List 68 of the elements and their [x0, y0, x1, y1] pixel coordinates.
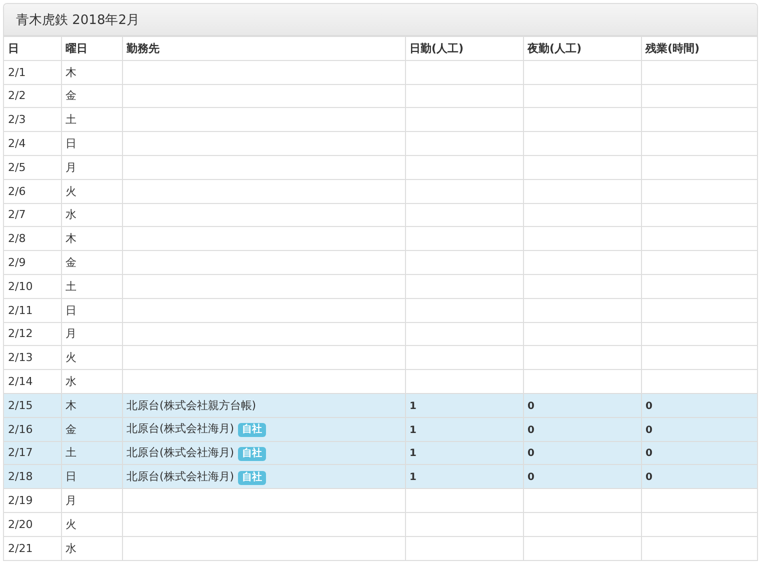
- date-text: 2/9: [8, 256, 26, 270]
- site-text: 北原台(株式会社海月): [126, 446, 234, 459]
- company-badge: 自社: [238, 470, 266, 485]
- night-shift-value: 0: [528, 472, 534, 484]
- site-text: 北原台(株式会社親方台帳): [126, 398, 256, 412]
- column-header: 勤務先: [122, 36, 405, 60]
- weekday-text: 金: [66, 89, 76, 102]
- night-shift-value: 0: [528, 400, 534, 412]
- date-text: 2/7: [8, 208, 26, 222]
- date-text: 2/4: [8, 137, 26, 150]
- weekday-text: 水: [66, 375, 76, 388]
- date-text: 2/21: [8, 542, 33, 555]
- weekday-text: 日: [66, 304, 76, 317]
- weekday-text: 月: [66, 160, 76, 174]
- panel-title: 青木虎鉄 2018年2月: [16, 12, 140, 28]
- weekday-text: 月: [66, 494, 76, 508]
- weekday-text: 火: [66, 518, 76, 531]
- overtime-value: 0: [646, 472, 652, 484]
- weekday-text: 日: [66, 137, 76, 150]
- weekday-text: 土: [66, 113, 76, 126]
- overtime-value: 0: [646, 448, 652, 460]
- date-text: 2/14: [8, 375, 33, 388]
- company-badge: 自社: [238, 423, 266, 438]
- day-shift-value: 1: [410, 472, 416, 484]
- column-header: 残業(時間): [641, 36, 757, 60]
- night-shift-value: 0: [528, 424, 534, 436]
- date-text: 2/5: [8, 160, 26, 174]
- date-text: 2/15: [8, 398, 33, 412]
- date-text: 2/2: [8, 89, 26, 102]
- site-text: 北原台(株式会社海月): [126, 422, 234, 436]
- weekday-text: 日: [66, 470, 76, 484]
- date-text: 2/13: [8, 351, 33, 364]
- date-text: 2/17: [8, 446, 33, 460]
- weekday-text: 木: [66, 398, 76, 412]
- date-text: 2/3: [8, 113, 26, 126]
- date-text: 2/16: [8, 422, 33, 436]
- weekday-text: 水: [66, 208, 76, 222]
- weekday-text: 月: [66, 327, 76, 340]
- weekday-text: 木: [66, 232, 76, 246]
- weekday-text: 土: [66, 446, 76, 460]
- date-text: 2/20: [8, 518, 33, 531]
- overtime-value: 0: [646, 400, 652, 412]
- date-text: 2/8: [8, 232, 26, 246]
- weekday-text: 火: [66, 351, 76, 364]
- site-text: 北原台(株式会社海月): [126, 470, 234, 483]
- company-badge: 自社: [238, 446, 266, 461]
- date-text: 2/18: [8, 470, 33, 484]
- column-header: 曜日: [61, 36, 122, 60]
- date-text: 2/19: [8, 494, 33, 508]
- date-text: 2/11: [8, 304, 33, 317]
- weekday-text: 水: [66, 542, 76, 555]
- night-shift-value: 0: [528, 448, 534, 460]
- column-header: 夜勤(人工): [523, 36, 641, 60]
- overtime-value: 0: [646, 424, 652, 436]
- day-shift-value: 1: [410, 424, 416, 436]
- date-text: 2/6: [8, 184, 26, 198]
- weekday-text: 金: [66, 422, 76, 436]
- weekday-text: 金: [66, 256, 76, 270]
- weekday-text: 木: [66, 66, 76, 79]
- date-text: 2/12: [8, 327, 33, 340]
- column-header: 日勤(人工): [405, 36, 523, 60]
- day-shift-value: 1: [410, 448, 416, 460]
- weekday-text: 土: [66, 280, 76, 293]
- date-text: 2/10: [8, 280, 33, 293]
- date-text: 2/1: [8, 66, 26, 79]
- column-header: 日: [4, 36, 61, 60]
- day-shift-value: 1: [410, 400, 416, 412]
- weekday-text: 火: [66, 184, 76, 198]
